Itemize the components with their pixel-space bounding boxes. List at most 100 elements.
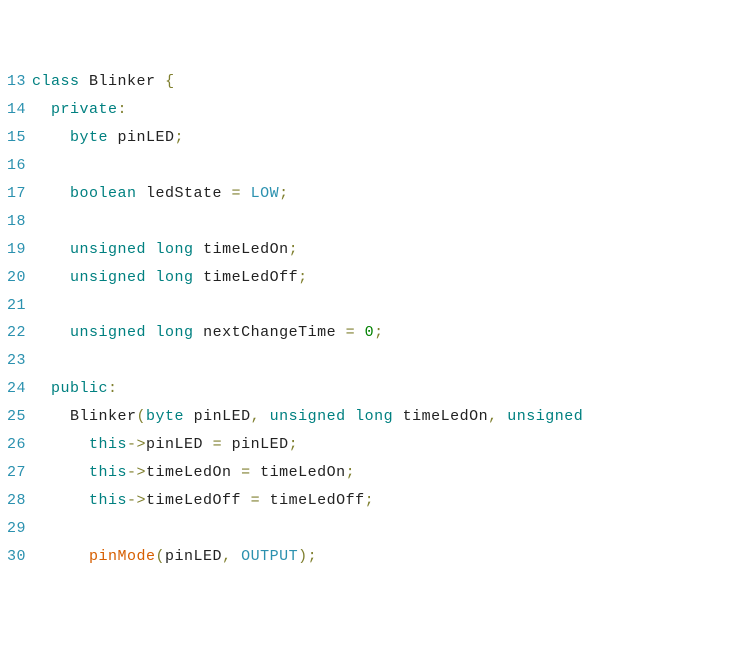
code-line[interactable]: 17 boolean ledState = LOW; — [0, 180, 754, 208]
token-ty: unsigned — [70, 241, 146, 258]
token-op: : — [118, 101, 128, 118]
token-id — [32, 269, 70, 286]
token-id: nextChangeTime — [194, 324, 346, 341]
token-id: timeLedOff — [194, 269, 299, 286]
token-kw: public — [51, 380, 108, 397]
token-op: ( — [156, 548, 166, 565]
line-number: 21 — [0, 297, 32, 314]
code-content[interactable]: unsigned long timeLedOn; — [32, 241, 754, 258]
token-ty: byte — [70, 129, 108, 146]
token-op: : — [108, 380, 118, 397]
token-id — [32, 436, 89, 453]
token-op: = — [213, 436, 223, 453]
token-ty: unsigned — [270, 408, 346, 425]
code-line[interactable]: 30 pinMode(pinLED, OUTPUT); — [0, 542, 754, 570]
line-number: 15 — [0, 129, 32, 146]
token-id — [32, 464, 89, 481]
token-id — [146, 241, 156, 258]
line-number: 17 — [0, 185, 32, 202]
code-line[interactable]: 22 unsigned long nextChangeTime = 0; — [0, 319, 754, 347]
line-number: 30 — [0, 548, 32, 565]
token-id — [146, 269, 156, 286]
code-content[interactable]: this->pinLED = pinLED; — [32, 436, 754, 453]
token-id — [156, 73, 166, 90]
code-line[interactable]: 29 — [0, 514, 754, 542]
code-content[interactable]: Blinker(byte pinLED, unsigned long timeL… — [32, 408, 754, 425]
token-op: ) — [298, 548, 308, 565]
line-number: 26 — [0, 436, 32, 453]
token-id — [241, 185, 251, 202]
line-number: 24 — [0, 380, 32, 397]
token-id — [32, 129, 70, 146]
code-content[interactable]: unsigned long timeLedOff; — [32, 269, 754, 286]
line-number: 22 — [0, 324, 32, 341]
token-ty: boolean — [70, 185, 137, 202]
token-id: timeLedOn — [393, 408, 488, 425]
token-op: = — [346, 324, 356, 341]
code-content[interactable]: private: — [32, 101, 754, 118]
token-cnst: LOW — [251, 185, 280, 202]
token-id: timeLedOn — [194, 241, 289, 258]
code-content[interactable]: this->timeLedOff = timeLedOff; — [32, 492, 754, 509]
token-kw: this — [89, 492, 127, 509]
token-kw: this — [89, 464, 127, 481]
line-number: 25 — [0, 408, 32, 425]
token-id: pinLED — [108, 129, 175, 146]
token-op: = — [241, 464, 251, 481]
token-id: pinLED — [165, 548, 222, 565]
token-id — [32, 492, 89, 509]
token-ty: unsigned — [507, 408, 583, 425]
token-cnst: OUTPUT — [241, 548, 298, 565]
token-op: , — [251, 408, 261, 425]
token-id: ledState — [137, 185, 232, 202]
code-line[interactable]: 14 private: — [0, 96, 754, 124]
code-line[interactable]: 13class Blinker { — [0, 68, 754, 96]
line-number: 19 — [0, 241, 32, 258]
token-cls: Blinker — [89, 73, 156, 90]
token-ty: unsigned — [70, 324, 146, 341]
token-id: Blinker — [32, 408, 137, 425]
token-op: -> — [127, 436, 146, 453]
code-line[interactable]: 28 this->timeLedOff = timeLedOff; — [0, 486, 754, 514]
code-line[interactable]: 16 — [0, 152, 754, 180]
token-id — [32, 380, 51, 397]
code-content[interactable]: this->timeLedOn = timeLedOn; — [32, 464, 754, 481]
code-content[interactable]: boolean ledState = LOW; — [32, 185, 754, 202]
token-op: ; — [289, 436, 299, 453]
token-id — [260, 408, 270, 425]
token-kw: class — [32, 73, 80, 90]
code-line[interactable]: 18 — [0, 207, 754, 235]
code-line[interactable]: 20 unsigned long timeLedOff; — [0, 263, 754, 291]
token-kw: this — [89, 436, 127, 453]
code-line[interactable]: 25 Blinker(byte pinLED, unsigned long ti… — [0, 403, 754, 431]
code-line[interactable]: 15 byte pinLED; — [0, 124, 754, 152]
code-line[interactable]: 27 this->timeLedOn = timeLedOn; — [0, 458, 754, 486]
line-number: 23 — [0, 352, 32, 369]
line-number: 14 — [0, 101, 32, 118]
code-line[interactable]: 21 — [0, 291, 754, 319]
token-op: ; — [279, 185, 289, 202]
code-content[interactable]: byte pinLED; — [32, 129, 754, 146]
code-line[interactable]: 26 this->pinLED = pinLED; — [0, 431, 754, 459]
code-content[interactable]: class Blinker { — [32, 73, 754, 90]
token-ty: byte — [146, 408, 184, 425]
token-op: ; — [346, 464, 356, 481]
code-line[interactable]: 23 — [0, 347, 754, 375]
code-content[interactable]: public: — [32, 380, 754, 397]
token-id — [355, 324, 365, 341]
code-content[interactable]: unsigned long nextChangeTime = 0; — [32, 324, 754, 341]
token-fn: pinMode — [89, 548, 156, 565]
code-editor[interactable]: 13class Blinker {14 private:15 byte pinL… — [0, 68, 754, 570]
token-ty: unsigned — [70, 269, 146, 286]
token-kw: private — [51, 101, 118, 118]
token-id — [32, 101, 51, 118]
token-id: timeLedOn — [146, 464, 241, 481]
line-number: 16 — [0, 157, 32, 174]
code-line[interactable]: 24 public: — [0, 375, 754, 403]
token-op: -> — [127, 464, 146, 481]
code-content[interactable]: pinMode(pinLED, OUTPUT); — [32, 548, 754, 565]
code-line[interactable]: 19 unsigned long timeLedOn; — [0, 235, 754, 263]
token-op: ; — [365, 492, 375, 509]
token-op: ; — [308, 548, 318, 565]
token-ty: long — [156, 324, 194, 341]
